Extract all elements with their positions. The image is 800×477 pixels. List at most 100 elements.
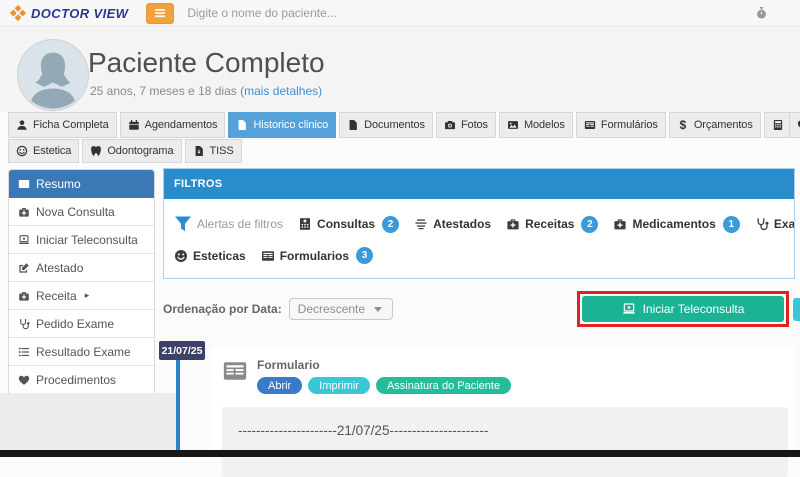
patient-age: 25 anos, 7 meses e 18 dias [90, 84, 237, 98]
tab-fotos[interactable]: Fotos [436, 112, 496, 138]
laptop-icon [622, 302, 636, 316]
file-badge-icon [193, 145, 205, 157]
sidebar-item-label: Resumo [36, 177, 81, 191]
action-abrir[interactable]: Abrir [257, 377, 302, 394]
tab-tiss[interactable]: TISS [185, 139, 242, 163]
sidebar-item-procedimentos[interactable]: Procedimentos [9, 366, 154, 394]
file-icon [236, 119, 248, 131]
sidebar-item-label: Procedimentos [36, 373, 116, 387]
hamburger-icon [153, 6, 167, 20]
filter-esteticas[interactable]: Esteticas [174, 249, 246, 263]
filter-label: Consultas [317, 217, 375, 231]
filter-label: Exames [774, 217, 795, 231]
tab-label: Ficha Completa [33, 119, 109, 131]
laptop-icon [18, 234, 30, 246]
sidebar-item-label: Resultado Exame [36, 345, 131, 359]
smiley-icon [16, 145, 28, 157]
sidebar-item-label: Nova Consulta [36, 205, 115, 219]
lines-icon [414, 217, 428, 231]
chevron-down-icon [374, 307, 382, 312]
tab-documentos[interactable]: Documentos [339, 112, 433, 138]
funnel-icon [174, 215, 192, 233]
sidebar-item-iniciar-teleconsulta[interactable]: Iniciar Teleconsulta [9, 226, 154, 254]
sidebar-item-label: Receita [36, 289, 77, 303]
dollar-icon: $ [677, 119, 689, 131]
user-icon [16, 119, 28, 131]
file-icon [347, 119, 359, 131]
tab-odontograma[interactable]: Odontograma [82, 139, 181, 163]
tab-modelos[interactable]: Modelos [499, 112, 573, 138]
tab-label: Historico clinico [253, 119, 328, 131]
tab-historico-clinico[interactable]: Historico clinico [228, 112, 336, 138]
tab-heart[interactable] [789, 112, 800, 138]
tab-label: Documentos [364, 119, 425, 131]
form-card-icon [584, 119, 596, 131]
filter-alertas-de-filtros[interactable]: Alertas de filtros [174, 215, 283, 233]
action-assinatura-do-paciente[interactable]: Assinatura do Paciente [376, 377, 511, 394]
sidebar-item-resumo[interactable]: Resumo [9, 170, 154, 198]
filters-row-1: Alertas de filtros Consultas2 Atestados Rec… [174, 215, 784, 233]
filter-label: Alertas de filtros [197, 217, 283, 231]
sort-order-select[interactable]: Decrescente [289, 298, 393, 320]
tab-label: Orçamentos [694, 119, 753, 131]
form-card-icon [261, 249, 275, 263]
stopwatch-icon[interactable] [755, 6, 768, 20]
patient-search-input[interactable] [187, 6, 417, 20]
filter-atestados[interactable]: Atestados [414, 217, 491, 231]
filter-label: Formularios [280, 249, 349, 263]
filter-receitas[interactable]: Receitas2 [506, 216, 598, 233]
filter-formularios[interactable]: Formularios 3 [261, 247, 373, 264]
avatar[interactable] [17, 39, 89, 111]
tab-estetica[interactable]: Estetica [8, 139, 79, 163]
topbar: DOCTOR VIEW [0, 0, 800, 27]
brand-diamond-icon [10, 5, 26, 21]
filters-panel-header: FILTROS [164, 169, 794, 199]
filter-consultas[interactable]: Consultas2 [298, 216, 399, 233]
sidebar-item-receita[interactable]: Receita ▸ [9, 282, 154, 310]
list-icon [18, 346, 30, 358]
iniciar-teleconsulta-button[interactable]: Iniciar Teleconsulta [582, 296, 784, 322]
clipped-edge-button[interactable] [793, 298, 800, 321]
entry-title: Formulario [257, 358, 511, 372]
tab-label: Formulários [601, 119, 658, 131]
menu-button[interactable] [146, 3, 174, 24]
sidebar-item-atestado[interactable]: Atestado [9, 254, 154, 282]
filter-label: Esteticas [193, 249, 246, 263]
form-icon [222, 358, 248, 384]
bottom-screen-edge [0, 450, 800, 457]
image-icon [507, 119, 519, 131]
heart-icon [18, 374, 30, 386]
timeline-entry-card: Formulario Abrir Imprimir Assinatura do Pa… [211, 347, 795, 457]
sidebar-item-resultado-exame[interactable]: Resultado Exame [9, 338, 154, 366]
sidebar-item-nova-consulta[interactable]: Nova Consulta [9, 198, 154, 226]
medical-bag-icon [18, 206, 30, 218]
tab-agendamentos[interactable]: Agendamentos [120, 112, 226, 138]
sort-label: Ordenação por Data: [163, 302, 282, 316]
tab-label: Estetica [33, 145, 71, 157]
tab-label: TISS [210, 145, 234, 157]
medical-bag-icon [506, 217, 520, 231]
filter-medicamentos[interactable]: Medicamentos1 [613, 216, 739, 233]
tab-label: Fotos [461, 119, 488, 131]
tabs-row-2: Estetica Odontograma TISS [8, 139, 242, 163]
sidebar-item-pedido-exame[interactable]: Pedido Exame [9, 310, 154, 338]
filter-label: Receitas [525, 217, 574, 231]
action-imprimir[interactable]: Imprimir [308, 377, 370, 394]
patient-subtitle: 25 anos, 7 meses e 18 dias (mais detalhe… [90, 84, 322, 98]
more-details-link[interactable]: (mais detalhes) [240, 84, 322, 98]
camera-icon [444, 119, 456, 131]
filter-exames[interactable]: Exames [755, 217, 795, 231]
tab-orcamentos[interactable]: $ Orçamentos [669, 112, 761, 138]
count-badge: 3 [356, 247, 373, 264]
form-card-icon [18, 178, 30, 190]
timeline-line [176, 360, 180, 451]
count-badge: 1 [723, 216, 740, 233]
entry-actions: Abrir Imprimir Assinatura do Paciente [257, 377, 511, 394]
stethoscope-icon [755, 217, 769, 231]
sidebar-column-background [0, 393, 179, 457]
edit-pencil-icon [18, 262, 30, 274]
tab-ficha-completa[interactable]: Ficha Completa [8, 112, 117, 138]
medical-bag-icon [18, 290, 30, 302]
tab-formularios[interactable]: Formulários [576, 112, 666, 138]
submenu-caret-icon: ▸ [85, 290, 90, 301]
